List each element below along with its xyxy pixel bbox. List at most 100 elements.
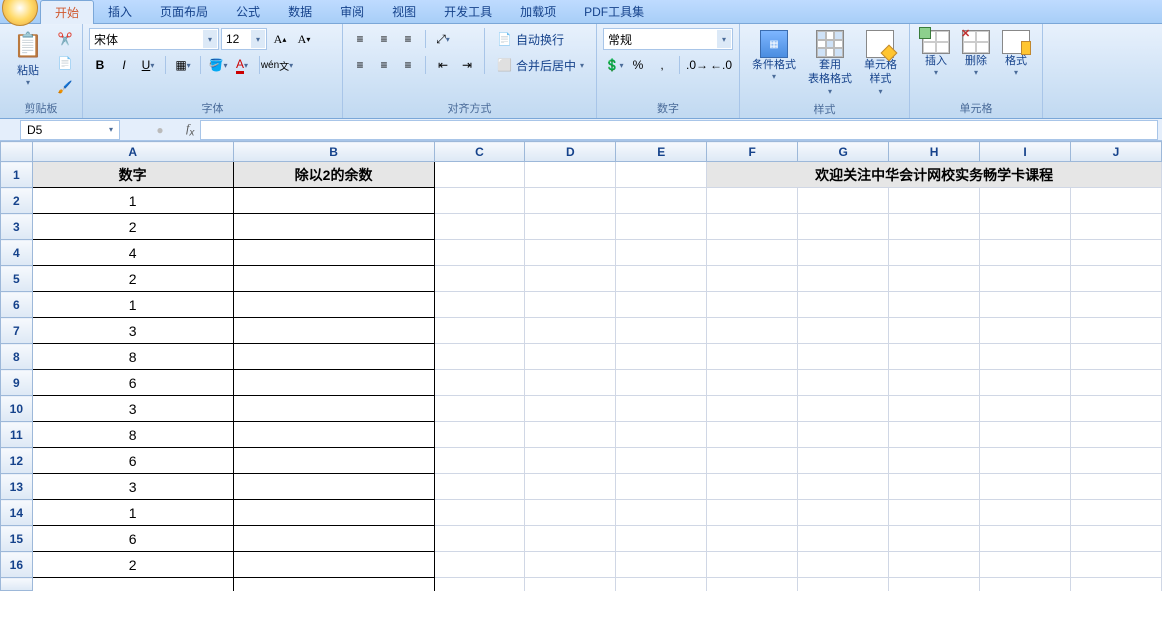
col-header[interactable]: B bbox=[233, 142, 434, 162]
cell[interactable] bbox=[707, 474, 798, 500]
cell[interactable] bbox=[1070, 318, 1161, 344]
cell[interactable]: 3 bbox=[32, 318, 233, 344]
cell[interactable] bbox=[889, 266, 980, 292]
cell[interactable] bbox=[1070, 578, 1161, 591]
cell[interactable] bbox=[1070, 344, 1161, 370]
row-header[interactable]: 15 bbox=[1, 526, 33, 552]
cut-button[interactable]: ✂️ bbox=[54, 28, 76, 50]
tab-insert[interactable]: 插入 bbox=[94, 0, 146, 23]
delete-cells-button[interactable]: 删除▾ bbox=[956, 28, 996, 81]
cell[interactable] bbox=[889, 344, 980, 370]
font-color-button[interactable]: A▾ bbox=[231, 54, 253, 76]
cell[interactable] bbox=[798, 474, 889, 500]
cell[interactable]: 2 bbox=[32, 266, 233, 292]
cell[interactable] bbox=[707, 552, 798, 578]
row-header[interactable]: 11 bbox=[1, 422, 33, 448]
row-header[interactable]: 4 bbox=[1, 240, 33, 266]
cell[interactable] bbox=[616, 292, 707, 318]
font-size-combo[interactable]: 12▾ bbox=[221, 28, 267, 50]
name-box[interactable]: D5▾ bbox=[20, 120, 120, 140]
cell[interactable] bbox=[525, 578, 616, 591]
indent-increase-button[interactable]: ⇥ bbox=[456, 54, 478, 76]
cell[interactable] bbox=[1070, 500, 1161, 526]
cell[interactable] bbox=[525, 318, 616, 344]
cell[interactable] bbox=[434, 188, 525, 214]
tab-home[interactable]: 开始 bbox=[40, 0, 94, 24]
cell[interactable]: 2 bbox=[32, 214, 233, 240]
cell[interactable] bbox=[1070, 292, 1161, 318]
insert-cells-button[interactable]: 插入▾ bbox=[916, 28, 956, 81]
paste-button[interactable]: 📋 粘贴 ▾ bbox=[6, 28, 50, 91]
cell[interactable] bbox=[1070, 266, 1161, 292]
cell[interactable] bbox=[525, 500, 616, 526]
row-header[interactable]: 12 bbox=[1, 448, 33, 474]
comma-button[interactable]: , bbox=[651, 54, 673, 76]
select-all-corner[interactable] bbox=[1, 142, 33, 162]
cell[interactable] bbox=[1070, 474, 1161, 500]
office-button[interactable] bbox=[2, 0, 38, 26]
cell[interactable] bbox=[980, 578, 1071, 591]
number-format-combo[interactable]: 常规▾ bbox=[603, 28, 733, 50]
cell[interactable] bbox=[233, 214, 434, 240]
cell[interactable]: 6 bbox=[32, 526, 233, 552]
cell[interactable] bbox=[980, 526, 1071, 552]
align-top-button[interactable]: ≡ bbox=[349, 28, 371, 50]
decrease-decimal-button[interactable]: ←.0 bbox=[710, 54, 732, 76]
tab-formulas[interactable]: 公式 bbox=[222, 0, 274, 23]
align-right-button[interactable]: ≡ bbox=[397, 54, 419, 76]
cell[interactable] bbox=[32, 578, 233, 591]
row-header[interactable]: 10 bbox=[1, 396, 33, 422]
cell[interactable] bbox=[525, 188, 616, 214]
cell[interactable] bbox=[525, 370, 616, 396]
cell[interactable] bbox=[616, 448, 707, 474]
row-header[interactable]: 8 bbox=[1, 344, 33, 370]
cell[interactable] bbox=[1070, 448, 1161, 474]
cell[interactable] bbox=[980, 370, 1071, 396]
formula-bar[interactable] bbox=[200, 120, 1158, 140]
cell[interactable] bbox=[889, 214, 980, 240]
cell[interactable] bbox=[889, 500, 980, 526]
col-header[interactable]: D bbox=[525, 142, 616, 162]
border-button[interactable]: ▦▾ bbox=[172, 54, 194, 76]
col-header[interactable]: F bbox=[707, 142, 798, 162]
format-as-table-button[interactable]: 套用 表格格式▾ bbox=[802, 28, 858, 99]
cell[interactable]: 8 bbox=[32, 344, 233, 370]
cell[interactable] bbox=[980, 552, 1071, 578]
cell[interactable] bbox=[616, 422, 707, 448]
cell[interactable] bbox=[434, 396, 525, 422]
cell[interactable] bbox=[798, 292, 889, 318]
cell[interactable] bbox=[707, 526, 798, 552]
cell[interactable] bbox=[798, 214, 889, 240]
cell[interactable] bbox=[707, 448, 798, 474]
col-header[interactable]: C bbox=[434, 142, 525, 162]
tab-pagelayout[interactable]: 页面布局 bbox=[146, 0, 222, 23]
cell[interactable] bbox=[980, 292, 1071, 318]
underline-button[interactable]: U▾ bbox=[137, 54, 159, 76]
cell[interactable]: 8 bbox=[32, 422, 233, 448]
tab-review[interactable]: 审阅 bbox=[326, 0, 378, 23]
cell[interactable] bbox=[707, 318, 798, 344]
row-header[interactable]: 5 bbox=[1, 266, 33, 292]
row-header[interactable] bbox=[1, 578, 33, 591]
cell[interactable] bbox=[1070, 396, 1161, 422]
cell[interactable] bbox=[707, 344, 798, 370]
cell[interactable]: 1 bbox=[32, 292, 233, 318]
cell[interactable] bbox=[616, 396, 707, 422]
italic-button[interactable]: I bbox=[113, 54, 135, 76]
format-painter-button[interactable]: 🖌️ bbox=[54, 76, 76, 98]
decrease-font-button[interactable]: A▾ bbox=[293, 28, 315, 50]
cell[interactable] bbox=[233, 552, 434, 578]
phonetic-button[interactable]: wén文▾ bbox=[266, 54, 288, 76]
cell[interactable] bbox=[233, 526, 434, 552]
row-header[interactable]: 16 bbox=[1, 552, 33, 578]
cell[interactable] bbox=[889, 240, 980, 266]
cell[interactable] bbox=[233, 500, 434, 526]
cell[interactable] bbox=[434, 162, 525, 188]
cell[interactable] bbox=[707, 240, 798, 266]
currency-button[interactable]: 💲▾ bbox=[603, 54, 625, 76]
format-cells-button[interactable]: 格式▾ bbox=[996, 28, 1036, 81]
cell[interactable] bbox=[616, 500, 707, 526]
increase-decimal-button[interactable]: .0→ bbox=[686, 54, 708, 76]
row-header[interactable]: 7 bbox=[1, 318, 33, 344]
cell[interactable] bbox=[889, 318, 980, 344]
